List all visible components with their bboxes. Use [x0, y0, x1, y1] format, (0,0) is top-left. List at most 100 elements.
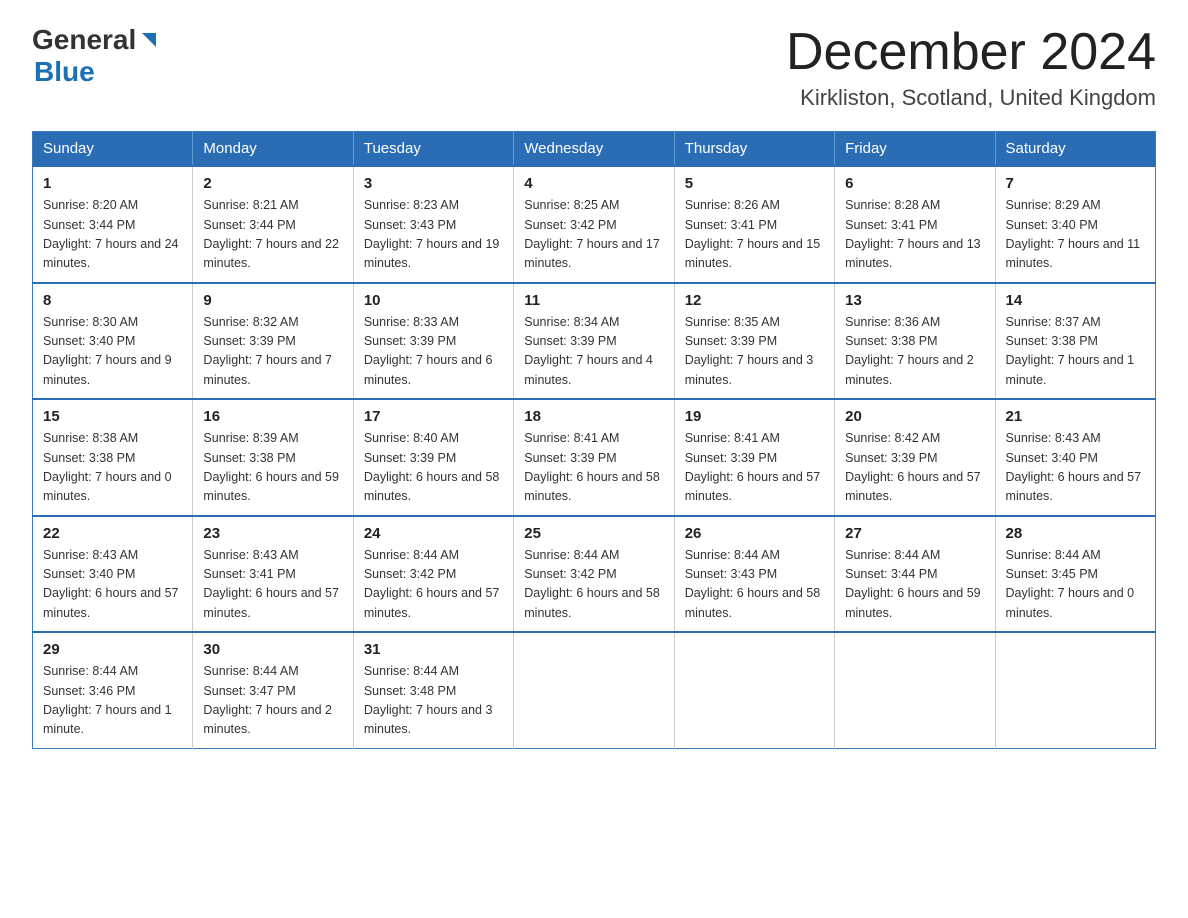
day-number: 14 [1006, 292, 1145, 309]
calendar-row: 22 Sunrise: 8:43 AMSunset: 3:40 PMDayligh… [33, 516, 1156, 633]
table-row: 3Sunrise: 8:23 AMSunset: 3:43 PMDaylight… [353, 166, 513, 283]
table-row: 30 Sunrise: 8:44 AMSunset: 3:47 PMDayligh… [193, 632, 353, 748]
table-row [514, 632, 674, 748]
day-number: 17 [364, 408, 503, 425]
col-sunday: Sunday [33, 132, 193, 167]
table-row: 9Sunrise: 8:32 AMSunset: 3:39 PMDaylight… [193, 283, 353, 400]
table-row: 25Sunrise: 8:44 AMSunset: 3:42 PMDayligh… [514, 516, 674, 633]
table-row [674, 632, 834, 748]
table-row: 18 Sunrise: 8:41 AMSunset: 3:39 PMDayligh… [514, 399, 674, 516]
col-saturday: Saturday [995, 132, 1155, 167]
calendar-row: 1 Sunrise: 8:20 AMSunset: 3:44 PMDaylight… [33, 166, 1156, 283]
day-info: Sunrise: 8:44 AMSunset: 3:48 PMDaylight:… [364, 662, 503, 740]
col-tuesday: Tuesday [353, 132, 513, 167]
page-header: General Blue December 2024 Kirkliston, S… [32, 24, 1156, 111]
day-info: Sunrise: 8:36 AMSunset: 3:38 PMDaylight:… [845, 313, 984, 391]
day-info: Sunrise: 8:44 AMSunset: 3:45 PMDaylight:… [1006, 546, 1145, 624]
day-number: 13 [845, 292, 984, 309]
logo-blue-text: Blue [34, 56, 95, 88]
day-info: Sunrise: 8:35 AMSunset: 3:39 PMDaylight:… [685, 313, 824, 391]
calendar-row: 15 Sunrise: 8:38 AMSunset: 3:38 PMDayligh… [33, 399, 1156, 516]
table-row: 20 Sunrise: 8:42 AMSunset: 3:39 PMDayligh… [835, 399, 995, 516]
day-number: 12 [685, 292, 824, 309]
day-number: 6 [845, 175, 984, 192]
table-row: 23 Sunrise: 8:43 AMSunset: 3:41 PMDayligh… [193, 516, 353, 633]
day-number: 26 [685, 525, 824, 542]
col-monday: Monday [193, 132, 353, 167]
day-number: 28 [1006, 525, 1145, 542]
day-number: 19 [685, 408, 824, 425]
day-info: Sunrise: 8:44 AMSunset: 3:47 PMDaylight:… [203, 662, 342, 740]
day-number: 30 [203, 641, 342, 658]
day-info: Sunrise: 8:41 AMSunset: 3:39 PMDaylight:… [685, 429, 824, 507]
day-number: 15 [43, 408, 182, 425]
col-wednesday: Wednesday [514, 132, 674, 167]
table-row: 22 Sunrise: 8:43 AMSunset: 3:40 PMDayligh… [33, 516, 193, 633]
day-number: 29 [43, 641, 182, 658]
day-info: Sunrise: 8:39 AMSunset: 3:38 PMDaylight:… [203, 429, 342, 507]
table-row: 4Sunrise: 8:25 AMSunset: 3:42 PMDaylight… [514, 166, 674, 283]
day-info: Sunrise: 8:20 AMSunset: 3:44 PMDaylight:… [43, 196, 182, 274]
table-row: 13 Sunrise: 8:36 AMSunset: 3:38 PMDayligh… [835, 283, 995, 400]
day-number: 22 [43, 525, 182, 542]
col-friday: Friday [835, 132, 995, 167]
day-info: Sunrise: 8:21 AMSunset: 3:44 PMDaylight:… [203, 196, 342, 274]
table-row: 10 Sunrise: 8:33 AMSunset: 3:39 PMDayligh… [353, 283, 513, 400]
day-info: Sunrise: 8:25 AMSunset: 3:42 PMDaylight:… [524, 196, 663, 274]
day-info: Sunrise: 8:44 AMSunset: 3:44 PMDaylight:… [845, 546, 984, 624]
day-number: 9 [203, 292, 342, 309]
table-row [835, 632, 995, 748]
day-number: 18 [524, 408, 663, 425]
table-row: 7 Sunrise: 8:29 AMSunset: 3:40 PMDaylight… [995, 166, 1155, 283]
day-number: 27 [845, 525, 984, 542]
day-info: Sunrise: 8:29 AMSunset: 3:40 PMDaylight:… [1006, 196, 1145, 274]
day-number: 7 [1006, 175, 1145, 192]
day-info: Sunrise: 8:44 AMSunset: 3:42 PMDaylight:… [364, 546, 503, 624]
day-info: Sunrise: 8:41 AMSunset: 3:39 PMDaylight:… [524, 429, 663, 507]
table-row: 8Sunrise: 8:30 AMSunset: 3:40 PMDaylight… [33, 283, 193, 400]
calendar-row: 8Sunrise: 8:30 AMSunset: 3:40 PMDaylight… [33, 283, 1156, 400]
logo: General Blue [32, 24, 160, 88]
day-number: 16 [203, 408, 342, 425]
day-number: 24 [364, 525, 503, 542]
table-row: 24 Sunrise: 8:44 AMSunset: 3:42 PMDayligh… [353, 516, 513, 633]
table-row: 2 Sunrise: 8:21 AMSunset: 3:44 PMDaylight… [193, 166, 353, 283]
day-info: Sunrise: 8:43 AMSunset: 3:41 PMDaylight:… [203, 546, 342, 624]
day-info: Sunrise: 8:38 AMSunset: 3:38 PMDaylight:… [43, 429, 182, 507]
day-number: 1 [43, 175, 182, 192]
day-info: Sunrise: 8:44 AMSunset: 3:43 PMDaylight:… [685, 546, 824, 624]
day-info: Sunrise: 8:44 AMSunset: 3:42 PMDaylight:… [524, 546, 663, 624]
table-row: 6Sunrise: 8:28 AMSunset: 3:41 PMDaylight… [835, 166, 995, 283]
table-row: 16 Sunrise: 8:39 AMSunset: 3:38 PMDayligh… [193, 399, 353, 516]
day-info: Sunrise: 8:33 AMSunset: 3:39 PMDaylight:… [364, 313, 503, 391]
logo-general-text: General [32, 24, 136, 56]
day-number: 20 [845, 408, 984, 425]
day-number: 3 [364, 175, 503, 192]
day-number: 10 [364, 292, 503, 309]
logo-triangle-icon [138, 29, 160, 51]
table-row: 27 Sunrise: 8:44 AMSunset: 3:44 PMDayligh… [835, 516, 995, 633]
day-number: 23 [203, 525, 342, 542]
calendar-header-row: Sunday Monday Tuesday Wednesday Thursday… [33, 132, 1156, 167]
table-row: 29 Sunrise: 8:44 AMSunset: 3:46 PMDayligh… [33, 632, 193, 748]
table-row [995, 632, 1155, 748]
calendar-table: Sunday Monday Tuesday Wednesday Thursday… [32, 131, 1156, 749]
day-info: Sunrise: 8:43 AMSunset: 3:40 PMDaylight:… [43, 546, 182, 624]
table-row: 28 Sunrise: 8:44 AMSunset: 3:45 PMDayligh… [995, 516, 1155, 633]
day-info: Sunrise: 8:40 AMSunset: 3:39 PMDaylight:… [364, 429, 503, 507]
location-text: Kirkliston, Scotland, United Kingdom [786, 85, 1156, 111]
table-row: 19 Sunrise: 8:41 AMSunset: 3:39 PMDayligh… [674, 399, 834, 516]
day-number: 21 [1006, 408, 1145, 425]
table-row: 11Sunrise: 8:34 AMSunset: 3:39 PMDayligh… [514, 283, 674, 400]
day-info: Sunrise: 8:42 AMSunset: 3:39 PMDaylight:… [845, 429, 984, 507]
day-number: 8 [43, 292, 182, 309]
day-number: 2 [203, 175, 342, 192]
col-thursday: Thursday [674, 132, 834, 167]
title-block: December 2024 Kirkliston, Scotland, Unit… [786, 24, 1156, 111]
calendar-row: 29 Sunrise: 8:44 AMSunset: 3:46 PMDayligh… [33, 632, 1156, 748]
table-row: 12 Sunrise: 8:35 AMSunset: 3:39 PMDayligh… [674, 283, 834, 400]
day-number: 5 [685, 175, 824, 192]
day-info: Sunrise: 8:44 AMSunset: 3:46 PMDaylight:… [43, 662, 182, 740]
day-number: 11 [524, 292, 663, 309]
day-number: 31 [364, 641, 503, 658]
